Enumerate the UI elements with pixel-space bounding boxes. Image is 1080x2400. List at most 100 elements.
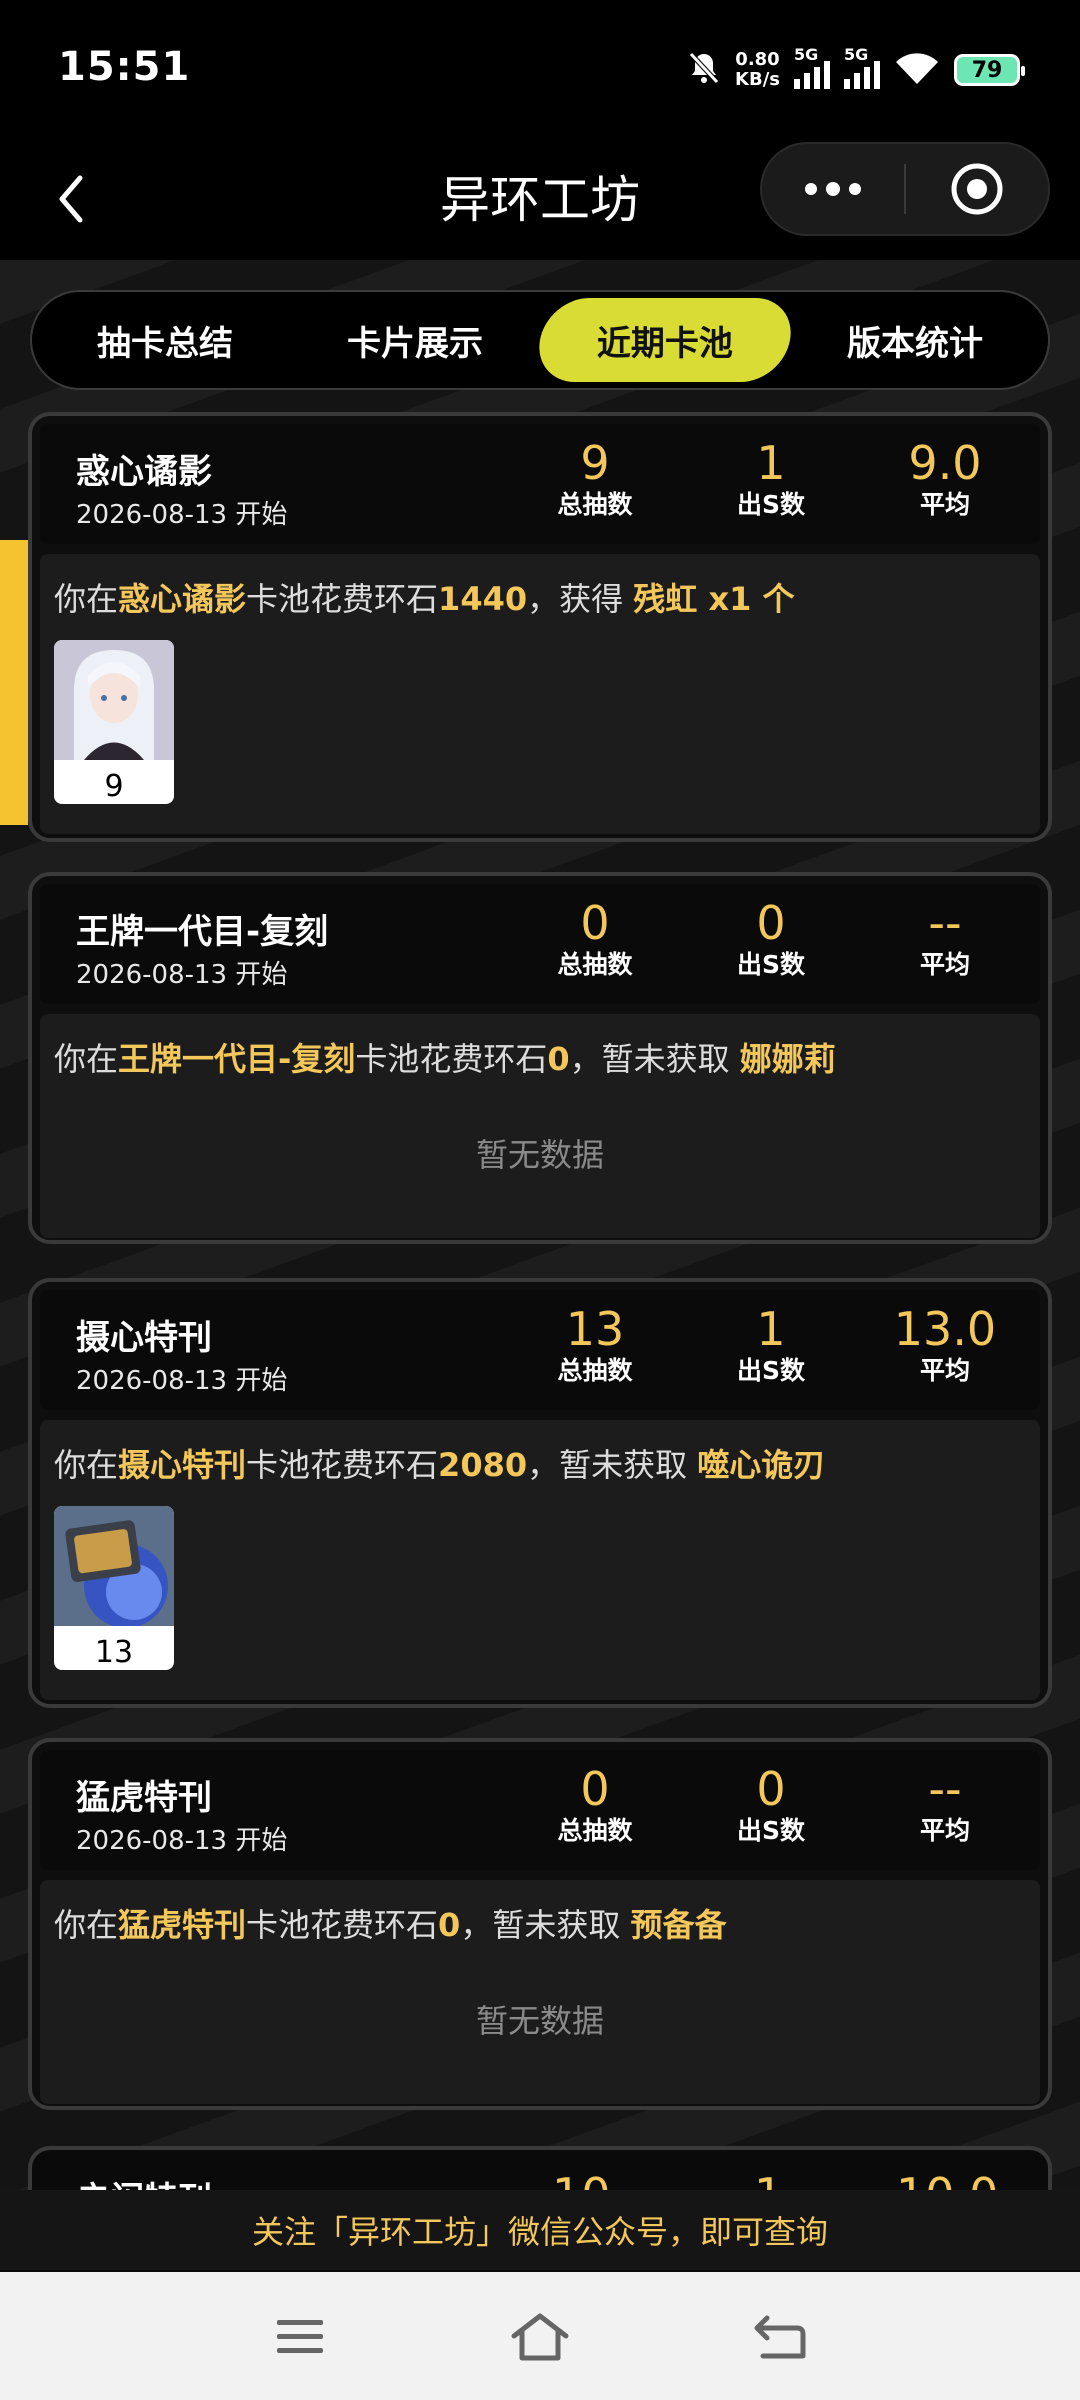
- mute-icon: [687, 50, 721, 90]
- pool-card: 王牌一代目-复刻 2026-08-13 开始 0 总抽数 0 出S数 -- 平均 你在…: [28, 872, 1052, 1244]
- stat-total-label: 总抽数: [557, 1356, 633, 1385]
- tab-version-stats[interactable]: 版本统计: [790, 298, 1040, 382]
- system-nav-bar: [0, 2272, 1080, 2400]
- pool-summary: 你在摄心特刊卡池花费环石2080，暂未获取 噬心诡刃: [54, 1440, 825, 1486]
- pool-summary: 你在王牌一代目-复刻卡池花费环石0，暂未获取 娜娜莉: [54, 1034, 836, 1080]
- pool-card-body: 你在惑心谲影卡池花费环石1440，获得 残虹 x1 个 9: [40, 554, 1040, 834]
- stat-avg: -- 平均: [870, 1762, 1020, 1846]
- pool-card: 摄心特刊 2026-08-13 开始 13 总抽数 1 出S数 13.0 平均 你在摄…: [28, 1278, 1052, 1708]
- stat-total: 13 总抽数: [520, 1302, 670, 1386]
- net-speed: 0.80 KB/s: [735, 50, 780, 90]
- menu-icon: [277, 2320, 323, 2353]
- character-portrait-image: [54, 640, 174, 760]
- pool-summary: 你在猛虎特刊卡池花费环石0，暂未获取 预备备: [54, 1900, 727, 1946]
- pool-card-header: 惑心谲影 2026-08-13 开始 9 总抽数 1 出S数 9.0 平均: [40, 424, 1040, 544]
- stat-avg-value: 9.0: [908, 436, 982, 490]
- pool-card-body: 你在猛虎特刊卡池花费环石0，暂未获取 预备备 暂无数据: [40, 1880, 1040, 2104]
- summary-sep: ，暂未获取: [460, 1906, 631, 1944]
- thumbnail-count: 13: [94, 1634, 134, 1670]
- tab-recent-pools-label: 近期卡池: [597, 323, 733, 364]
- no-data-text: 暂无数据: [475, 2002, 604, 2040]
- pool-card-body: 你在摄心特刊卡池花费环石2080，暂未获取 噬心诡刃 13: [40, 1420, 1040, 1700]
- status-bar: 15:51 0.80 KB/s 5G 5G 79: [0, 0, 1080, 140]
- character-thumbnail[interactable]: 9: [54, 640, 174, 804]
- signal-label: 5G: [794, 45, 819, 64]
- stat-avg: 9.0 平均: [870, 436, 1020, 520]
- signal-icon: 5G: [794, 45, 830, 89]
- stat-s: 0 出S数: [696, 896, 846, 980]
- pool-card-header: 王牌一代目-复刻 2026-08-13 开始 0 总抽数 0 出S数 -- 平均: [40, 884, 1040, 1004]
- summary-prefix: 你在: [54, 1906, 119, 1944]
- follow-banner-text: 关注「异环工坊」微信公众号，即可查询: [251, 2213, 828, 2251]
- tab-bar: 抽卡总结 卡片展示 近期卡池 版本统计: [30, 290, 1050, 390]
- summary-sep: ，暂未获取: [569, 1040, 740, 1078]
- tab-summary[interactable]: 抽卡总结: [40, 298, 290, 382]
- summary-prefix: 你在: [54, 1446, 119, 1484]
- back-nav-button[interactable]: [745, 2302, 815, 2372]
- stat-avg: 13.0 平均: [870, 1302, 1020, 1386]
- stat-s-value: 0: [756, 896, 786, 950]
- more-button[interactable]: [762, 144, 904, 234]
- stat-total: 9 总抽数: [520, 436, 670, 520]
- summary-result: 残虹 x1 个: [633, 580, 795, 618]
- stat-avg-label: 平均: [919, 1816, 970, 1845]
- stat-avg-value: --: [928, 896, 962, 950]
- summary-cost: 0: [438, 1906, 461, 1944]
- summary-mid: 卡池花费环石: [246, 1906, 439, 1944]
- summary-cost: 1440: [438, 580, 528, 618]
- stat-total-label: 总抽数: [557, 950, 633, 979]
- net-speed-value: 0.80: [735, 49, 780, 70]
- stat-total-label: 总抽数: [557, 490, 633, 519]
- mini-program-capsule: [760, 142, 1050, 236]
- close-button[interactable]: [906, 144, 1048, 234]
- weapon-thumbnail[interactable]: 13: [54, 1506, 174, 1670]
- signal-label-2: 5G: [844, 45, 869, 64]
- home-button[interactable]: [505, 2302, 575, 2372]
- tab-recent-pools[interactable]: 近期卡池: [532, 298, 798, 382]
- weapon-image: [54, 1506, 174, 1628]
- summary-sep: ，暂未获取: [527, 1446, 698, 1484]
- tab-version-stats-label: 版本统计: [847, 323, 983, 364]
- stat-avg-label: 平均: [919, 950, 970, 979]
- stat-s-value: 1: [756, 1302, 786, 1356]
- stat-total: 0 总抽数: [520, 896, 670, 980]
- battery-icon: 79: [954, 54, 1025, 86]
- stat-s: 1 出S数: [696, 436, 846, 520]
- target-close-icon: [951, 163, 1003, 215]
- pool-date: 2026-08-13 开始: [76, 500, 288, 530]
- summary-prefix: 你在: [54, 1040, 119, 1078]
- pool-name: 王牌一代目-复刻: [76, 912, 329, 952]
- stat-s-label: 出S数: [736, 1816, 805, 1845]
- stat-s-value: 0: [756, 1762, 786, 1816]
- side-accent-bar: [0, 540, 28, 825]
- summary-pool: 惑心谲影: [118, 580, 247, 618]
- stat-s-value: 1: [756, 436, 786, 490]
- pool-name: 摄心特刊: [76, 1318, 212, 1358]
- summary-prefix: 你在: [54, 580, 119, 618]
- summary-cost: 2080: [438, 1446, 528, 1484]
- tab-cards[interactable]: 卡片展示: [290, 298, 540, 382]
- nav-bar: 异环工坊: [0, 140, 1080, 260]
- summary-result: 娜娜莉: [739, 1040, 836, 1078]
- tab-summary-label: 抽卡总结: [97, 323, 233, 364]
- pool-date: 2026-08-13 开始: [76, 1366, 288, 1396]
- pool-date: 2026-08-13 开始: [76, 960, 288, 990]
- summary-result: 预备备: [630, 1906, 727, 1944]
- summary-pool: 王牌一代目-复刻: [118, 1040, 356, 1078]
- status-icons: 0.80 KB/s 5G 5G 79: [687, 45, 1025, 92]
- stat-total: 0 总抽数: [520, 1762, 670, 1846]
- summary-mid: 卡池花费环石: [246, 1446, 439, 1484]
- pool-card-header: 猛虎特刊 2026-08-13 开始 0 总抽数 0 出S数 -- 平均: [40, 1750, 1040, 1870]
- menu-button[interactable]: [265, 2302, 335, 2372]
- status-time: 15:51: [58, 44, 191, 90]
- follow-banner[interactable]: 关注「异环工坊」微信公众号，即可查询: [0, 2190, 1080, 2270]
- more-icon: [805, 182, 861, 196]
- home-icon: [511, 2313, 569, 2361]
- pool-name: 猛虎特刊: [76, 1778, 212, 1818]
- pool-summary: 你在惑心谲影卡池花费环石1440，获得 残虹 x1 个: [54, 574, 795, 620]
- pool-name: 惑心谲影: [76, 452, 212, 492]
- thumbnail-count: 9: [104, 768, 124, 804]
- summary-pool: 猛虎特刊: [118, 1906, 247, 1944]
- stat-total-value: 0: [580, 896, 610, 950]
- net-speed-unit: KB/s: [735, 69, 780, 90]
